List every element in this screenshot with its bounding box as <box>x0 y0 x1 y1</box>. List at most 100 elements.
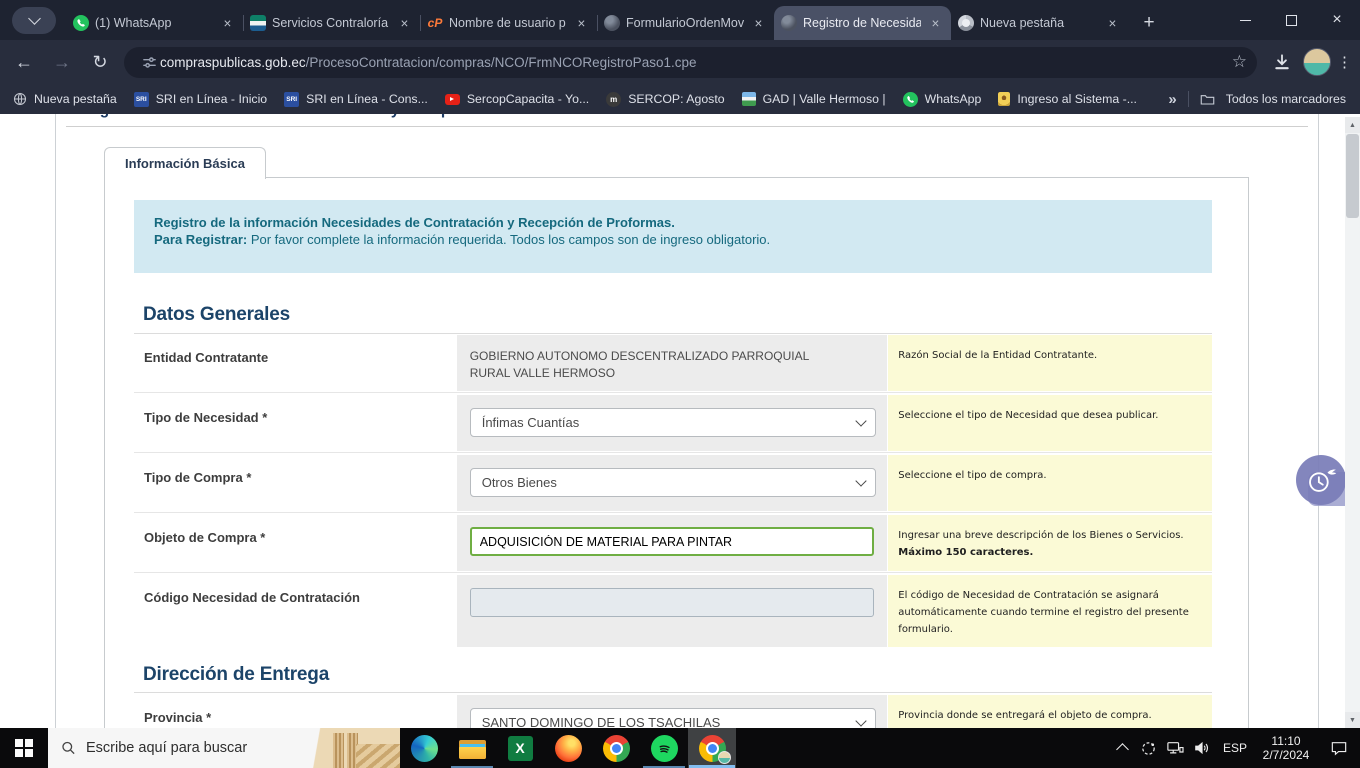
bookmark-sercop-agosto[interactable]: SERCOP: Agosto <box>606 91 725 107</box>
taskbar-search-box[interactable]: Escribe aquí para buscar <box>48 728 400 768</box>
maximize-button[interactable] <box>1268 0 1314 40</box>
browser-tab-registro-active[interactable]: Registro de Necesida × <box>774 6 951 40</box>
taskbar-chrome-profile-active[interactable] <box>688 728 736 768</box>
url-path: /ProcesoContratacion/compras/NCO/FrmNCOR… <box>305 54 697 70</box>
field-value-cell: SANTO DOMINGO DE LOS TSACHILAS <box>456 695 888 728</box>
tab-title: Registro de Necesida <box>803 16 921 30</box>
tab-close-icon[interactable]: × <box>396 15 413 32</box>
tab-close-icon[interactable]: × <box>1104 15 1121 32</box>
bookmark-star-icon[interactable]: ☆ <box>1232 52 1247 72</box>
tab-informacion-basica[interactable]: Información Básica <box>104 147 266 179</box>
tab-search-button[interactable] <box>12 7 56 34</box>
provincia-select[interactable]: SANTO DOMINGO DE LOS TSACHILAS <box>469 708 876 728</box>
volume-icon[interactable] <box>1188 728 1216 768</box>
taskbar-spotify[interactable] <box>640 728 688 768</box>
bookmarks-right-group: » Todos los marcadores <box>1158 84 1360 114</box>
back-button[interactable]: ← <box>10 48 38 76</box>
bookmark-sri-consultas[interactable]: SRI en Línea - Cons... <box>284 91 428 107</box>
bookmark-nueva-pestana[interactable]: Nueva pestaña <box>12 92 117 107</box>
taskbar-firefox[interactable] <box>544 728 592 768</box>
section-datos-generales: Datos Generales <box>143 304 290 325</box>
field-help: Ingresar una breve descripción de los Bi… <box>888 515 1212 571</box>
taskbar-clock[interactable]: 11:10 2/7/2024 <box>1254 728 1318 768</box>
browser-tab-whatsapp[interactable]: (1) WhatsApp × <box>66 6 243 40</box>
scroll-up-icon[interactable]: ▲ <box>1345 117 1360 133</box>
sri-icon <box>284 91 300 107</box>
tab-close-icon[interactable]: × <box>927 15 944 32</box>
whatsapp-icon <box>902 91 918 107</box>
browser-tab-nueva[interactable]: Nueva pestaña × <box>951 6 1128 40</box>
action-center-button[interactable] <box>1318 728 1360 768</box>
address-bar[interactable]: compraspublicas.gob.ec /ProcesoContratac… <box>124 46 1257 78</box>
cpanel-favicon <box>427 15 443 31</box>
network-icon[interactable] <box>1161 728 1188 768</box>
bookmark-ingreso-sistema[interactable]: Ingreso al Sistema -... <box>998 92 1137 106</box>
bookmark-label: Nueva pestaña <box>34 92 117 106</box>
info-notice: Registro de la información Necesidades d… <box>134 200 1212 273</box>
search-promo-image[interactable] <box>310 728 400 768</box>
scrollbar-thumb[interactable] <box>1346 134 1359 218</box>
bookmark-sercopcapacita[interactable]: SercopCapacita - Yo... <box>444 92 589 106</box>
browser-tab-formulario[interactable]: FormularioOrdenMov × <box>597 6 774 40</box>
tipo-necesidad-select[interactable]: Ínfimas Cuantías <box>469 408 876 437</box>
bookmarks-overflow-icon[interactable]: » <box>1168 91 1176 108</box>
bookmark-sri-inicio[interactable]: SRI en Línea - Inicio <box>133 91 268 107</box>
whatsapp-favicon <box>73 15 89 31</box>
row-objeto-compra: Objeto de Compra * Ingresar una breve de… <box>134 512 1212 571</box>
tray-expand-button[interactable] <box>1109 728 1135 768</box>
browser-menu-icon[interactable]: ⋮ <box>1337 53 1352 71</box>
taskbar-file-explorer[interactable] <box>448 728 496 768</box>
start-button[interactable] <box>0 728 48 768</box>
profile-avatar[interactable] <box>1303 48 1331 76</box>
site-info-icon[interactable] <box>138 47 160 77</box>
reload-button[interactable]: ↻ <box>86 48 114 76</box>
all-bookmarks-button[interactable]: Todos los marcadores <box>1226 92 1346 106</box>
tab-strip: (1) WhatsApp × Servicios Contraloría × N… <box>66 6 1128 40</box>
tab-close-icon[interactable]: × <box>573 15 590 32</box>
language-indicator[interactable]: ESP <box>1216 728 1254 768</box>
row-tipo-necesidad: Tipo de Necesidad * Ínfimas Cuantías Sel… <box>134 392 1212 451</box>
select-value: SANTO DOMINGO DE LOS TSACHILAS <box>481 715 721 728</box>
new-tab-button[interactable]: + <box>1135 9 1163 37</box>
field-label: Tipo de Compra * <box>134 455 456 511</box>
field-help: Provincia donde se entregará el objeto d… <box>888 695 1212 728</box>
tab-title: Nueva pestaña <box>980 16 1065 30</box>
tab-close-icon[interactable]: × <box>750 15 767 32</box>
clock-time: 11:10 <box>1271 734 1301 748</box>
contraloria-favicon <box>250 15 266 31</box>
profile-badge <box>718 751 731 764</box>
bookmark-whatsapp[interactable]: WhatsApp <box>902 91 981 107</box>
scroll-down-icon[interactable]: ▼ <box>1345 712 1360 728</box>
browser-toolbar: ← → ↻ compraspublicas.gob.ec /ProcesoCon… <box>0 40 1360 84</box>
form-rows-2: Provincia * SANTO DOMINGO DE LOS TSACHIL… <box>134 695 1212 728</box>
divider <box>134 333 1212 334</box>
edge-icon <box>410 734 438 762</box>
chevron-down-icon <box>855 414 867 427</box>
objeto-compra-input[interactable] <box>469 527 874 556</box>
close-button[interactable]: × <box>1314 0 1360 40</box>
bookmark-label: SRI en Línea - Inicio <box>155 92 268 106</box>
minimize-button[interactable] <box>1222 0 1268 40</box>
downloads-button[interactable] <box>1267 47 1297 77</box>
chrome-favicon <box>958 15 974 31</box>
browser-tab-usuario[interactable]: Nombre de usuario p × <box>420 6 597 40</box>
field-value-cell: Ínfimas Cuantías <box>456 395 888 451</box>
tray-app-icon[interactable] <box>1135 728 1161 768</box>
minimize-icon <box>1239 19 1251 21</box>
tab-close-icon[interactable]: × <box>219 15 236 32</box>
browser-tab-contraloria[interactable]: Servicios Contraloría × <box>243 6 420 40</box>
divider <box>134 692 1212 693</box>
tipo-compra-select[interactable]: Otros Bienes <box>469 468 876 497</box>
taskbar-edge[interactable] <box>400 728 448 768</box>
taskbar-chrome[interactable] <box>592 728 640 768</box>
page-scrollbar[interactable]: ▲ ▼ <box>1345 117 1360 728</box>
form-panel: Registro de la información Necesidades d… <box>104 177 1249 728</box>
session-timer-widget[interactable] <box>1296 455 1346 505</box>
taskbar-excel[interactable] <box>496 728 544 768</box>
bookmark-gad-valle-hermoso[interactable]: GAD | Valle Hermoso | <box>741 92 886 106</box>
column-art <box>333 733 344 768</box>
row-tipo-compra: Tipo de Compra * Otros Bienes Seleccione… <box>134 452 1212 511</box>
field-label: Tipo de Necesidad * <box>134 395 456 451</box>
form-rows: Entidad Contratante GOBIERNO AUTONOMO DE… <box>134 335 1212 647</box>
forward-button[interactable]: → <box>48 48 76 76</box>
